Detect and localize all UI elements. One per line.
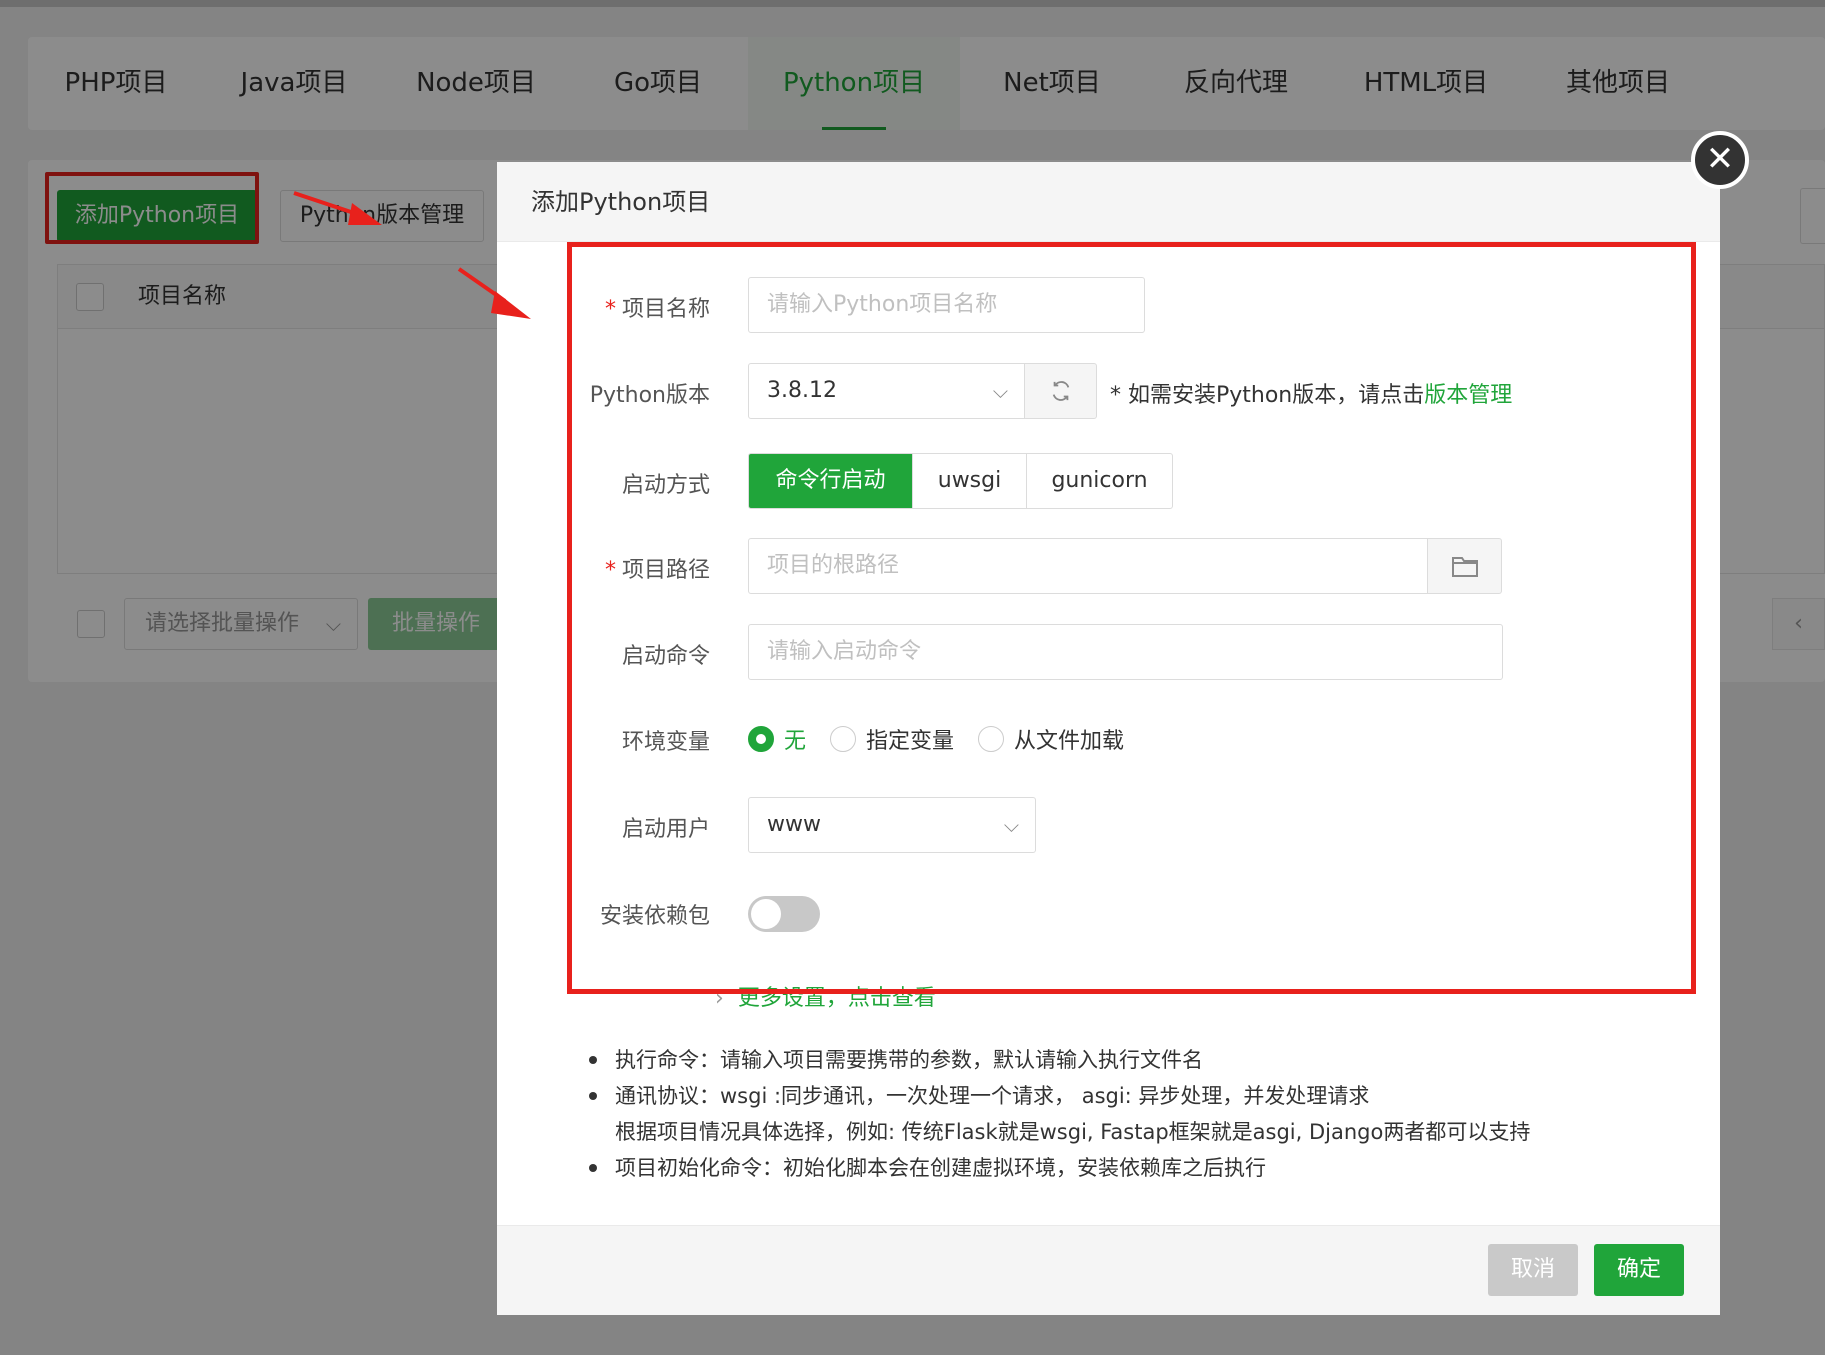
dialog-title: 添加Python项目 — [531, 188, 711, 216]
confirm-button[interactable]: 确定 — [1594, 1244, 1684, 1296]
note-item: 项目初始化命令：初始化脚本会在创建虚拟环境，安装依赖库之后执行 — [587, 1150, 1530, 1186]
annotation-arrow-icon — [293, 191, 382, 225]
cancel-button[interactable]: 取消 — [1488, 1244, 1578, 1296]
dialog-footer: 取消 确定 — [497, 1225, 1720, 1315]
help-notes: 执行命令：请输入项目需要携带的参数，默认请输入执行文件名 通讯协议：wsgi :… — [587, 1042, 1530, 1186]
dialog-header: 添加Python项目 — [497, 162, 1720, 242]
note-item: 执行命令：请输入项目需要携带的参数，默认请输入执行文件名 — [587, 1042, 1530, 1078]
note-item: 通讯协议：wsgi :同步通讯，一次处理一个请求， asgi: 异步处理，并发处… — [587, 1078, 1530, 1114]
annotation-arrow-icon — [457, 267, 531, 319]
highlight-box-form — [567, 242, 1696, 994]
note-item: 根据项目情况具体选择，例如: 传统Flask就是wsgi, Fastap框架就是… — [615, 1120, 1531, 1144]
close-icon[interactable]: ✕ — [1691, 131, 1749, 189]
